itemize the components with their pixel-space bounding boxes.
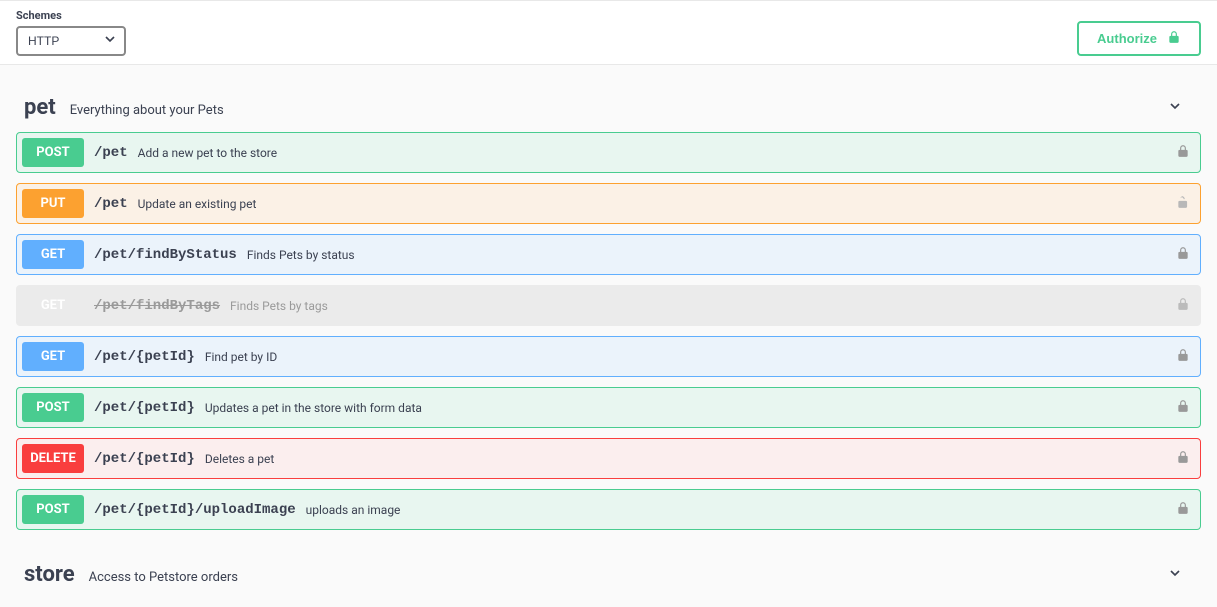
operation-row[interactable]: POST /pet Add a new pet to the store <box>16 132 1201 173</box>
operation-summary: Add a new pet to the store <box>138 146 278 160</box>
operation-path: /pet <box>94 145 128 161</box>
operation-row[interactable]: POST /pet/{petId} Updates a pet in the s… <box>16 387 1201 428</box>
content-area: pet Everything about your Pets POST /pet… <box>0 65 1217 607</box>
operation-row[interactable]: POST /pet/{petId}/uploadImage uploads an… <box>16 489 1201 530</box>
tag-header-left: pet Everything about your Pets <box>24 95 224 120</box>
lock-icon[interactable] <box>1176 297 1190 315</box>
operation-path: /pet/{petId} <box>94 349 195 365</box>
unlock-icon[interactable] <box>1176 195 1190 213</box>
tag-header-pet[interactable]: pet Everything about your Pets <box>16 89 1201 132</box>
schemes-section: Schemes HTTP <box>16 9 126 56</box>
operation-path: /pet/{petId} <box>94 451 195 467</box>
operation-summary: Deletes a pet <box>205 452 275 466</box>
lock-icon[interactable] <box>1176 144 1190 162</box>
lock-icon <box>1167 30 1181 47</box>
lock-icon[interactable] <box>1176 246 1190 264</box>
operation-path: /pet/findByTags <box>94 298 220 314</box>
schemes-select-wrap: HTTP <box>16 26 126 56</box>
schemes-label: Schemes <box>16 9 126 22</box>
operation-row[interactable]: GET /pet/findByStatus Finds Pets by stat… <box>16 234 1201 275</box>
operation-summary: Updates a pet in the store with form dat… <box>205 401 422 415</box>
chevron-down-icon <box>1167 98 1183 118</box>
method-badge: PUT <box>22 189 84 218</box>
tag-description: Access to Petstore orders <box>89 570 238 585</box>
schemes-select[interactable]: HTTP <box>16 26 126 56</box>
operation-path: /pet/findByStatus <box>94 247 237 263</box>
lock-icon[interactable] <box>1176 450 1190 468</box>
lock-icon[interactable] <box>1176 348 1190 366</box>
authorize-button[interactable]: Authorize <box>1077 21 1201 56</box>
operation-path: /pet <box>94 196 128 212</box>
method-badge: POST <box>22 393 84 422</box>
method-badge: GET <box>22 342 84 371</box>
method-badge: GET <box>22 240 84 269</box>
operation-summary: Update an existing pet <box>138 197 257 211</box>
method-badge: POST <box>22 138 84 167</box>
method-badge: POST <box>22 495 84 524</box>
operation-row[interactable]: DELETE /pet/{petId} Deletes a pet <box>16 438 1201 479</box>
lock-icon[interactable] <box>1176 399 1190 417</box>
operation-summary: Finds Pets by tags <box>230 299 328 313</box>
tag-description: Everything about your Pets <box>70 103 224 118</box>
chevron-down-icon <box>1167 565 1183 585</box>
tag-header-left: store Access to Petstore orders <box>24 562 238 587</box>
operation-summary: Finds Pets by status <box>247 248 355 262</box>
operation-row[interactable]: PUT /pet Update an existing pet <box>16 183 1201 224</box>
operation-summary: Find pet by ID <box>205 350 277 364</box>
lock-icon[interactable] <box>1176 501 1190 519</box>
top-bar: Schemes HTTP Authorize <box>0 0 1217 65</box>
operations-list-pet: POST /pet Add a new pet to the store PUT… <box>16 132 1201 530</box>
authorize-label: Authorize <box>1097 31 1157 46</box>
operation-row[interactable]: GET /pet/{petId} Find pet by ID <box>16 336 1201 377</box>
method-badge: GET <box>22 291 84 320</box>
operation-path: /pet/{petId}/uploadImage <box>94 502 296 518</box>
tag-name: store <box>24 562 75 587</box>
method-badge: DELETE <box>22 444 84 473</box>
tag-header-store[interactable]: store Access to Petstore orders <box>16 556 1201 599</box>
operation-path: /pet/{petId} <box>94 400 195 416</box>
tag-name: pet <box>24 95 56 120</box>
operation-summary: uploads an image <box>306 503 401 517</box>
operation-row-deprecated[interactable]: GET /pet/findByTags Finds Pets by tags <box>16 285 1201 326</box>
